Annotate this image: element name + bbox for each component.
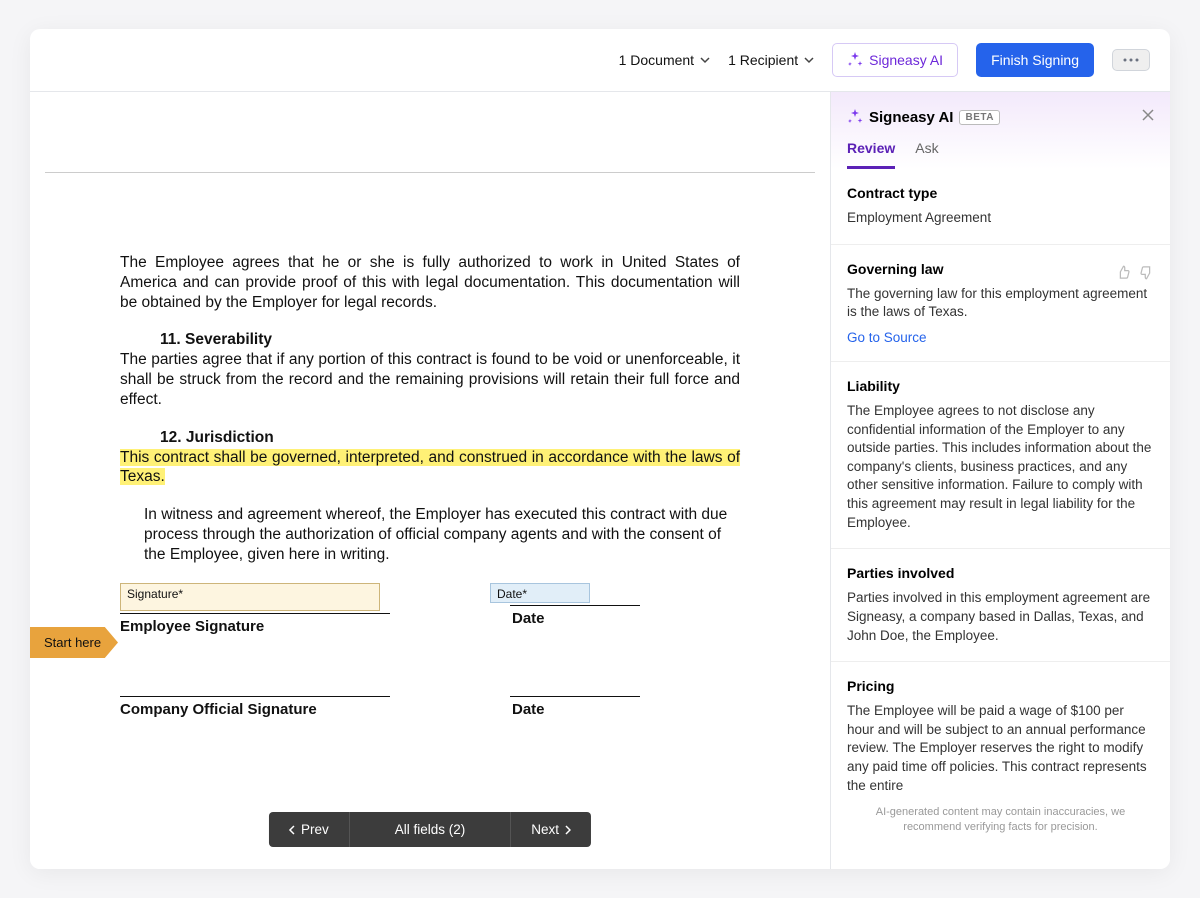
- contract-type-title: Contract type: [847, 185, 1154, 201]
- document-pane[interactable]: The Employee agrees that he or she is fu…: [30, 92, 830, 869]
- prev-field-button[interactable]: Prev: [269, 812, 349, 847]
- thumbs-down-icon[interactable]: [1139, 265, 1154, 280]
- top-bar: 1 Document 1 Recipient Signeasy AI Finis…: [30, 29, 1170, 92]
- more-options-button[interactable]: [1112, 49, 1150, 71]
- recipient-count-dropdown[interactable]: 1 Recipient: [728, 52, 814, 68]
- signature-line: [120, 613, 390, 614]
- app-frame: 1 Document 1 Recipient Signeasy AI Finis…: [30, 29, 1170, 869]
- next-field-button[interactable]: Next: [510, 812, 591, 847]
- date-input[interactable]: Date*: [490, 583, 590, 603]
- thumbs-up-icon[interactable]: [1116, 265, 1131, 280]
- document-count-dropdown[interactable]: 1 Document: [619, 52, 710, 68]
- start-here-tag[interactable]: Start here: [30, 627, 118, 658]
- jurisdiction-highlight: This contract shall be governed, interpr…: [120, 449, 740, 486]
- ai-panel-title: Signeasy AI: [869, 109, 953, 126]
- ai-header: Signeasy AI BETA Review Ask: [831, 92, 1170, 169]
- next-label: Next: [531, 822, 559, 837]
- prev-label: Prev: [301, 822, 329, 837]
- card-pricing: Pricing The Employee will be paid a wage…: [831, 662, 1170, 795]
- liability-title: Liability: [847, 378, 1154, 394]
- pricing-text: The Employee will be paid a wage of $100…: [847, 702, 1154, 795]
- ellipsis-icon: [1123, 58, 1139, 62]
- employee-signature-input[interactable]: Signature*: [120, 583, 380, 611]
- card-liability: Liability The Employee agrees to not dis…: [831, 362, 1170, 549]
- signeasy-ai-button[interactable]: Signeasy AI: [832, 43, 958, 77]
- chevron-right-icon: [565, 825, 571, 835]
- recipient-count-label: 1 Recipient: [728, 52, 798, 68]
- company-signature-label: Company Official Signature: [120, 700, 390, 719]
- signature-row-employee: Signature* Employee Signature Date* Date: [120, 583, 740, 636]
- signature-line: [120, 696, 390, 697]
- sparkle-icon: [847, 109, 863, 125]
- witness-paragraph: In witness and agreement whereof, the Em…: [144, 505, 740, 564]
- tab-ask[interactable]: Ask: [915, 140, 938, 169]
- severability-title: 11. Severability: [160, 330, 740, 350]
- card-governing-law: Governing law The governing law for this…: [831, 245, 1170, 362]
- parties-text: Parties involved in this employment agre…: [847, 589, 1154, 645]
- employee-signature-label: Employee Signature: [120, 617, 390, 636]
- finish-button-label: Finish Signing: [991, 52, 1079, 68]
- date-label-2: Date: [512, 700, 640, 719]
- ai-button-label: Signeasy AI: [869, 52, 943, 68]
- all-fields-label: All fields (2): [395, 822, 466, 837]
- all-fields-button[interactable]: All fields (2): [349, 812, 511, 847]
- contract-type-value: Employment Agreement: [847, 209, 1154, 228]
- date-line: [510, 696, 640, 697]
- authorization-paragraph: The Employee agrees that he or she is fu…: [120, 253, 740, 312]
- jurisdiction-title: 12. Jurisdiction: [160, 428, 740, 448]
- chevron-left-icon: [289, 825, 295, 835]
- chevron-down-icon: [804, 55, 814, 65]
- document-body: The Employee agrees that he or she is fu…: [30, 253, 830, 719]
- card-parties: Parties involved Parties involved in thi…: [831, 549, 1170, 662]
- beta-badge: BETA: [959, 110, 999, 125]
- pricing-title: Pricing: [847, 678, 1154, 694]
- close-icon: [1142, 109, 1154, 121]
- parties-title: Parties involved: [847, 565, 1154, 581]
- chevron-down-icon: [700, 55, 710, 65]
- date-label: Date: [512, 609, 640, 628]
- document-count-label: 1 Document: [619, 52, 694, 68]
- sparkle-icon: [847, 52, 863, 68]
- field-navigator: Prev All fields (2) Next: [269, 812, 591, 847]
- ai-tabs: Review Ask: [847, 140, 1154, 169]
- page-divider: [45, 172, 815, 173]
- liability-text: The Employee agrees to not disclose any …: [847, 402, 1154, 532]
- ai-sidebar: Signeasy AI BETA Review Ask Contract typ…: [830, 92, 1170, 869]
- card-contract-type: Contract type Employment Agreement: [831, 169, 1170, 245]
- ai-disclaimer: AI-generated content may contain inaccur…: [831, 795, 1170, 844]
- date-line: [510, 605, 640, 606]
- close-ai-panel-button[interactable]: [1142, 108, 1154, 126]
- governing-law-title: Governing law: [847, 261, 943, 277]
- severability-text: The parties agree that if any portion of…: [120, 351, 740, 408]
- main-content: The Employee agrees that he or she is fu…: [30, 92, 1170, 869]
- signature-row-company: Company Official Signature Date: [120, 686, 740, 719]
- go-to-source-link[interactable]: Go to Source: [847, 330, 927, 345]
- governing-law-text: The governing law for this employment ag…: [847, 285, 1154, 322]
- tab-review[interactable]: Review: [847, 140, 895, 169]
- finish-signing-button[interactable]: Finish Signing: [976, 43, 1094, 77]
- ai-review-cards[interactable]: Contract type Employment Agreement Gover…: [831, 169, 1170, 844]
